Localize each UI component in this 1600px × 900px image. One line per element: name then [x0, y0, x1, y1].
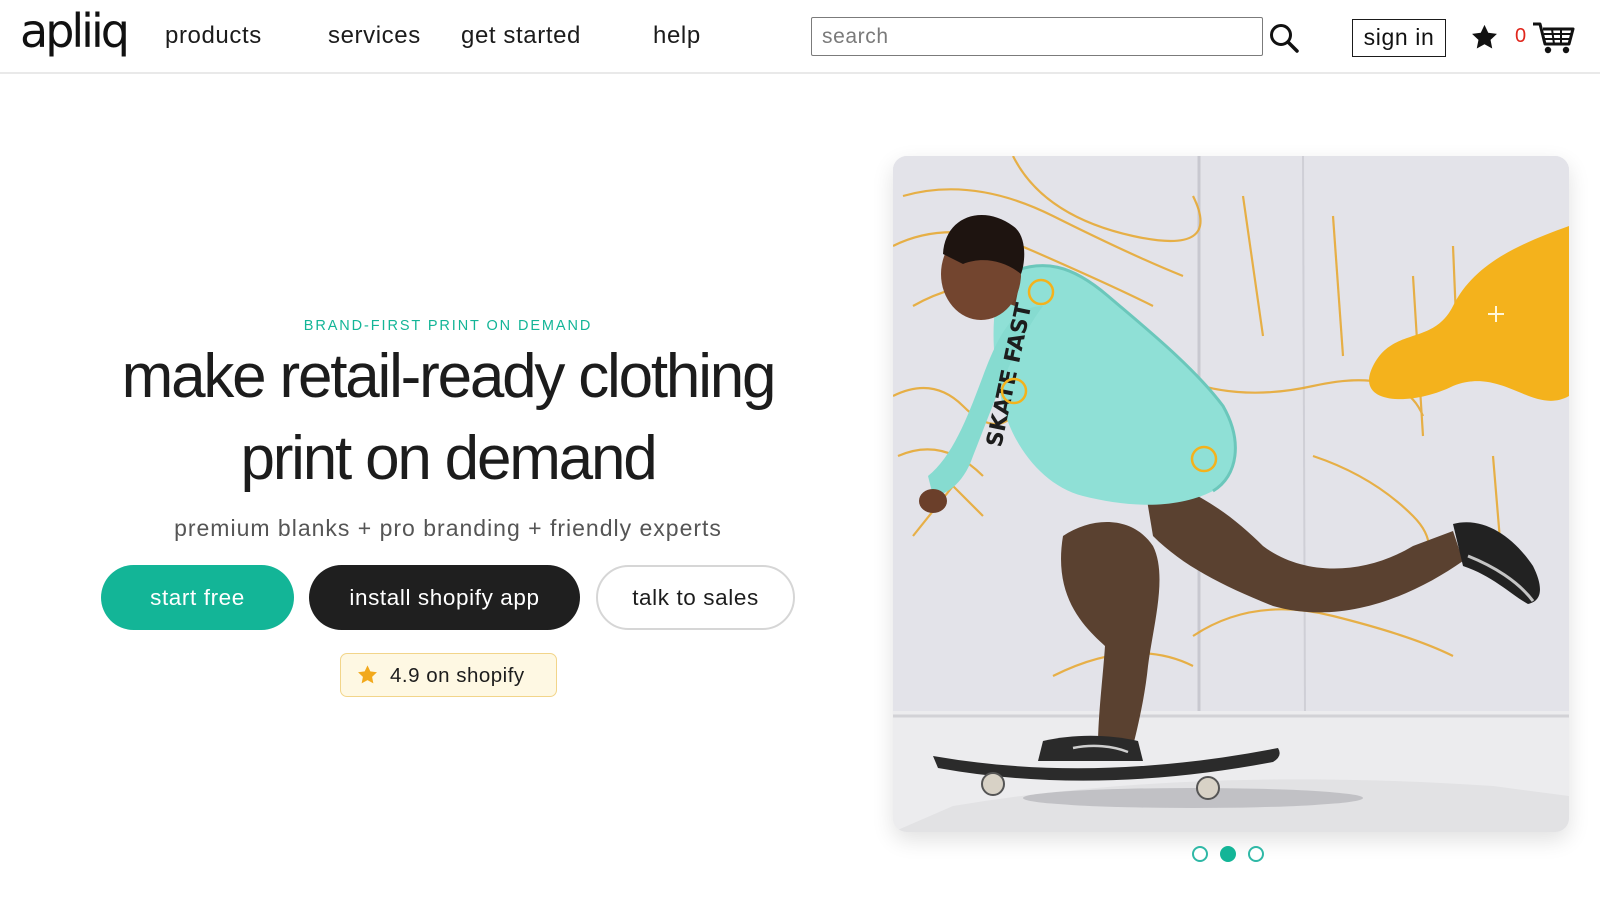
slider-dot-2[interactable]	[1220, 846, 1236, 862]
shopping-cart-icon[interactable]	[1532, 20, 1576, 56]
cart-count[interactable]: 0	[1515, 25, 1526, 48]
hero-skateboarder-image: SKATE FAST	[893, 156, 1569, 832]
install-shopify-app-button[interactable]: install shopify app	[309, 565, 580, 630]
hero-headline: make retail-ready clothing print on dema…	[0, 336, 896, 500]
search-input[interactable]	[811, 17, 1263, 56]
skateboarder-illustration: SKATE FAST	[893, 156, 1569, 832]
sign-in-button[interactable]: sign in	[1352, 19, 1446, 57]
slider-dot-3[interactable]	[1248, 846, 1264, 862]
apliiq-logo[interactable]: apliiq	[20, 4, 130, 68]
nav-help[interactable]: help	[653, 22, 701, 50]
rating-text: 4.9 on shopify	[390, 664, 525, 687]
slider-pagination	[1192, 846, 1272, 862]
site-header: apliiq products services get started hel…	[0, 0, 1600, 74]
hero-eyebrow: BRAND-FIRST PRINT ON DEMAND	[303, 318, 593, 334]
slider-dot-1[interactable]	[1192, 846, 1208, 862]
nav-products[interactable]: products	[165, 22, 262, 50]
nav-get-started[interactable]: get started	[461, 22, 581, 50]
rating-star-icon	[358, 665, 377, 684]
shopify-rating-badge[interactable]: 4.9 on shopify	[340, 653, 557, 697]
nav-services[interactable]: services	[328, 22, 421, 50]
hero-subline: premium blanks + pro branding + friendly…	[174, 515, 722, 541]
logo-text: apliiq	[20, 4, 130, 58]
favorites-star-icon[interactable]	[1469, 23, 1500, 52]
search-icon[interactable]	[1268, 22, 1300, 54]
headline-line-1: make retail-ready clothing	[121, 342, 777, 411]
headline-line-2: print on demand	[240, 424, 657, 493]
start-free-button[interactable]: start free	[101, 565, 294, 630]
talk-to-sales-button[interactable]: talk to sales	[596, 565, 795, 630]
